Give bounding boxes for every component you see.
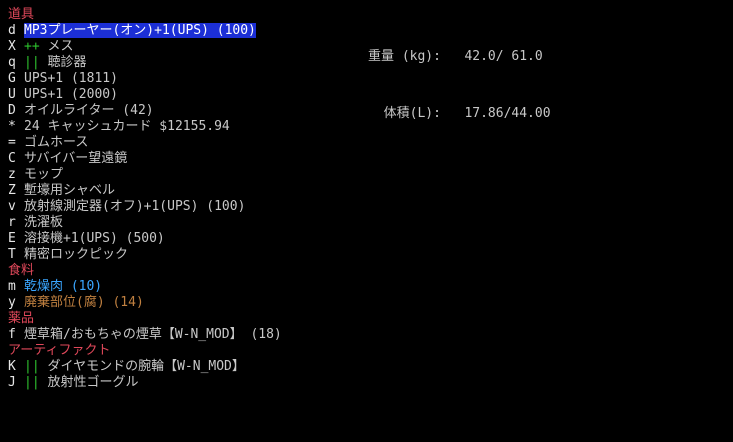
left-item-row[interactable]: = ゴムホース	[8, 135, 88, 151]
left-item-row[interactable]: U UPS+1 (2000)	[8, 87, 118, 103]
item-hotkey: E	[8, 231, 16, 246]
left-item-row[interactable]: v 放射線測定器(オフ)+1(UPS) (100)	[8, 199, 245, 215]
item-name: UPS+1 (1811)	[24, 71, 118, 86]
item-hotkey: U	[8, 87, 16, 102]
item-status-mark: ||	[24, 375, 40, 390]
item-hotkey: K	[8, 359, 16, 374]
item-hotkey: X	[8, 39, 16, 54]
weight-readout: 重量 (kg): 42.0/ 61.0	[368, 49, 543, 64]
left-category-header: 道具	[8, 7, 35, 22]
item-hotkey: v	[8, 199, 16, 214]
left-item-row[interactable]: G UPS+1 (1811)	[8, 71, 118, 87]
left-header-row: 薬品	[8, 311, 34, 327]
item-hotkey: m	[8, 279, 16, 294]
item-name: MP3プレーヤー(オン)+1(UPS) (100)	[24, 23, 256, 38]
volume-readout: 体積(L): 17.86/44.00	[368, 106, 551, 121]
item-name: メス	[39, 39, 74, 54]
item-hotkey: r	[8, 215, 16, 230]
item-name: サバイバー望遠鏡	[24, 151, 128, 166]
item-hotkey: D	[8, 103, 16, 118]
item-name: 24 キャッシュカード $12155.94	[24, 119, 230, 134]
item-hotkey: d	[8, 23, 16, 38]
left-category-header: 薬品	[8, 311, 35, 326]
left-item-row[interactable]: q || 聴診器	[8, 55, 86, 71]
left-item-row[interactable]: r 洗濯板	[8, 215, 63, 231]
item-name: 乾燥肉 (10)	[24, 279, 103, 294]
item-name: 放射線測定器(オフ)+1(UPS) (100)	[24, 199, 246, 214]
left-item-row[interactable]: K || ダイヤモンドの腕輪【W-N_MOD】	[8, 359, 245, 375]
item-hotkey: q	[8, 55, 16, 70]
weight-volume-panel: 重量 (kg): 42.0/ 61.0 体積(L): 17.86/44.00	[368, 9, 551, 142]
left-category-header: アーティファクト	[8, 343, 111, 358]
left-item-row[interactable]: J || 放射性ゴーグル	[8, 375, 138, 391]
item-name: 放射性ゴーグル	[39, 375, 139, 390]
left-header-row: 道具	[8, 7, 34, 23]
left-item-row[interactable]: D オイルライター (42)	[8, 103, 154, 119]
left-item-row[interactable]: m 乾燥肉 (10)	[8, 279, 102, 295]
item-hotkey: f	[8, 327, 16, 342]
item-hotkey: G	[8, 71, 16, 86]
item-hotkey: T	[8, 247, 16, 262]
item-name: 廃棄部位(腐) (14)	[24, 295, 144, 310]
left-header-row: アーティファクト	[8, 343, 110, 359]
item-hotkey: =	[8, 135, 16, 150]
left-header-row: 食料	[8, 263, 34, 279]
item-name: モップ	[24, 167, 64, 182]
item-name: UPS+1 (2000)	[24, 87, 118, 102]
left-item-row[interactable]: f 煙草箱/おもちゃの煙草【W-N_MOD】 (18)	[8, 327, 282, 343]
left-item-row[interactable]: X ++ メス	[8, 39, 73, 55]
item-hotkey: *	[8, 119, 16, 134]
item-status-mark: ++	[24, 39, 40, 54]
left-item-row[interactable]: y 廃棄部位(腐) (14)	[8, 295, 144, 311]
item-hotkey: Z	[8, 183, 16, 198]
item-name: ダイヤモンドの腕輪【W-N_MOD】	[39, 359, 245, 374]
item-name: 聴診器	[39, 55, 87, 70]
left-item-row[interactable]: Z 塹壕用シャベル	[8, 183, 115, 199]
item-name: 塹壕用シャベル	[24, 183, 116, 198]
item-status-mark: ||	[24, 55, 40, 70]
item-name: 精密ロックピック	[24, 247, 129, 262]
item-status-mark: ||	[24, 359, 40, 374]
left-item-row[interactable]: d MP3プレーヤー(オン)+1(UPS) (100)	[8, 23, 256, 39]
item-hotkey: y	[8, 295, 16, 310]
item-name: 煙草箱/おもちゃの煙草【W-N_MOD】 (18)	[24, 327, 282, 342]
item-hotkey: z	[8, 167, 16, 182]
left-item-row[interactable]: C サバイバー望遠鏡	[8, 151, 127, 167]
left-item-row[interactable]: T 精密ロックピック	[8, 247, 128, 263]
item-name: オイルライター (42)	[24, 103, 154, 118]
item-name: 洗濯板	[24, 215, 64, 230]
item-hotkey: J	[8, 375, 16, 390]
item-hotkey: C	[8, 151, 16, 166]
item-name: ゴムホース	[24, 135, 89, 150]
left-item-row[interactable]: * 24 キャッシュカード $12155.94	[8, 119, 230, 135]
left-category-header: 食料	[8, 263, 35, 278]
left-item-row[interactable]: E 溶接機+1(UPS) (500)	[8, 231, 165, 247]
left-item-row[interactable]: z モップ	[8, 167, 63, 183]
item-name: 溶接機+1(UPS) (500)	[24, 231, 165, 246]
